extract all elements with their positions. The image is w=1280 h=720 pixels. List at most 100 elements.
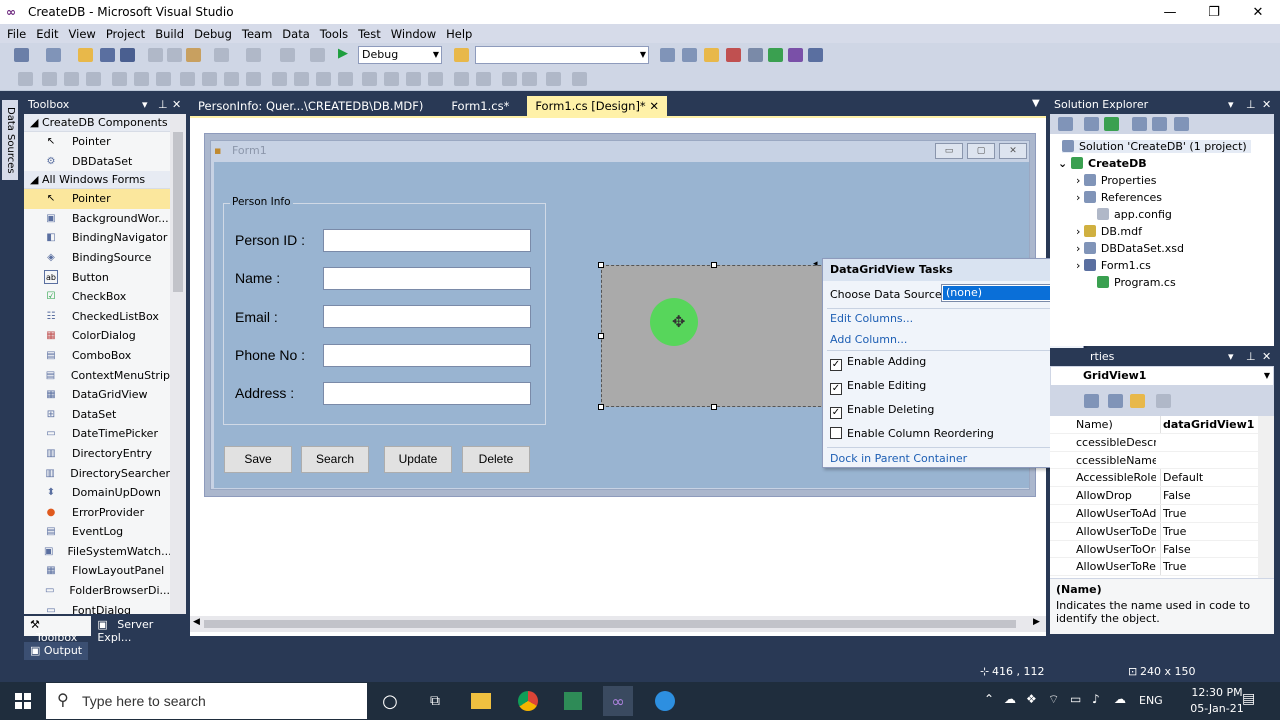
tab-person-info-query[interactable]: PersonInfo: Quer...\CREATEDB\DB.MDF) [190,96,431,116]
data-grid-view[interactable] [601,265,826,407]
align-to-grid-icon[interactable] [18,72,33,86]
close-icon[interactable]: ✕ [1262,348,1271,366]
align-tops-icon[interactable] [112,72,127,86]
tree-node-references[interactable]: › References [1076,191,1162,204]
new-project-icon[interactable] [14,48,29,62]
bring-to-front-icon[interactable] [502,72,517,86]
toolbox-item[interactable]: ▭ FolderBrowserDi... [24,581,170,601]
menu-data[interactable]: Data [277,27,314,41]
taskbar-search-box[interactable]: ⚲ Type here to search [46,683,367,719]
toolbox-item-pointer-forms[interactable]: ↖ Pointer [24,189,170,209]
toolbox-item[interactable]: ▭ FontDialog [24,601,170,614]
menu-test[interactable]: Test [353,27,386,41]
property-row[interactable]: AllowUserToDele True [1050,522,1258,541]
tree-node-solution[interactable]: Solution 'CreateDB' (1 project) [1062,140,1251,153]
properties-view-icon[interactable] [1108,394,1123,408]
toolbox-item[interactable]: ▣ BackgroundWor... [24,209,170,229]
open-folder-icon[interactable] [78,48,93,62]
toolbox-item[interactable]: ⊞ DataSet [24,405,170,425]
toolbox-item[interactable]: ◧ BindingNavigator [24,228,170,248]
checkbox[interactable]: ✓ [830,359,842,371]
undo-icon[interactable] [214,48,229,62]
tree-node-project[interactable]: ⌄ CreateDB [1058,157,1147,170]
output-tab[interactable]: ▣ Output [24,642,88,660]
toolbox-item[interactable]: ◈ BindingSource [24,248,170,268]
view-code-icon[interactable] [1132,117,1147,131]
property-pages-icon[interactable] [1156,394,1171,408]
copy-icon[interactable] [167,48,182,62]
center-vertically-icon[interactable] [476,72,491,86]
toolbox-item[interactable]: ▤ ContextMenuStrip [24,366,170,386]
paste-icon[interactable] [186,48,201,62]
enable-deleting-option[interactable]: ✓ Enable Deleting [830,403,934,419]
toolbox-item[interactable]: ▤ EventLog [24,522,170,542]
redo-icon[interactable] [246,48,261,62]
menu-debug[interactable]: Debug [189,27,237,41]
clock-date[interactable]: 05-Jan-21 [1187,702,1247,715]
platform-icon[interactable] [454,48,469,62]
toolbox-item[interactable]: ☑ CheckBox [24,287,170,307]
chevron-up-icon[interactable]: ⌃ [984,692,994,706]
find-icon[interactable] [660,48,675,62]
person-id-input[interactable] [323,229,531,252]
resize-handle[interactable] [598,404,604,410]
view-designer-icon[interactable] [1152,117,1167,131]
menu-window[interactable]: Window [386,27,441,41]
section-createdb-components[interactable]: ◢ CreateDB Components [24,114,170,132]
address-input[interactable] [323,382,531,405]
resize-handle[interactable] [711,404,717,410]
tree-node-app-config[interactable]: app.config [1097,208,1172,221]
decrease-vertical-spacing-icon[interactable] [406,72,421,86]
navigate-icon[interactable] [280,48,295,62]
toolbox-item[interactable]: ▦ ColorDialog [24,326,170,346]
onedrive-icon[interactable]: ☁ [1004,692,1016,706]
refresh-icon[interactable] [1104,117,1119,131]
property-row[interactable]: AllowDrop False [1050,487,1258,505]
toolbox-item[interactable]: ● ErrorProvider [24,503,170,523]
property-value[interactable]: dataGridView1 [1160,416,1258,433]
property-row[interactable]: ccessibleName [1050,452,1258,470]
remove-vertical-spacing-icon[interactable] [428,72,443,86]
close-icon[interactable]: ✕ [649,99,659,113]
toolbox-item[interactable]: ☷ CheckedListBox [24,307,170,327]
cloud-icon[interactable]: ☁ [1114,692,1126,706]
pin-icon[interactable]: ⊥ [1246,96,1256,114]
cut-icon[interactable] [148,48,163,62]
network-icon[interactable]: ⌔ [1048,692,1059,707]
checkbox[interactable]: ✓ [830,383,842,395]
chevron-down-icon[interactable]: ▼ [1264,367,1270,385]
align-middles-icon[interactable] [134,72,149,86]
toolbox-item[interactable]: ▣ FileSystemWatch... [24,542,170,562]
search-button[interactable]: Search [301,446,369,473]
panel-menu-icon[interactable]: ▾ [142,96,148,114]
extensions-icon[interactable] [788,48,803,62]
alphabetical-icon[interactable] [1084,394,1099,408]
center-horizontally-icon[interactable] [454,72,469,86]
save-button[interactable]: Save [224,446,292,473]
enable-editing-option[interactable]: ✓ Enable Editing [830,379,926,395]
close-button[interactable]: ✕ [1236,0,1280,24]
make-same-height-icon[interactable] [202,72,217,86]
email-input[interactable] [323,305,531,328]
menu-build[interactable]: Build [150,27,189,41]
resize-handle[interactable] [598,262,604,268]
delete-button[interactable]: Delete [462,446,530,473]
name-input[interactable] [323,267,531,290]
menu-edit[interactable]: Edit [31,27,63,41]
events-icon[interactable] [1130,394,1145,408]
property-value[interactable]: True [1160,522,1258,540]
task-view-icon[interactable]: ⧉ [420,686,450,716]
tab-form1-code[interactable]: Form1.cs* [443,96,517,116]
maximize-button[interactable]: ❐ [1192,0,1236,24]
panel-menu-icon[interactable]: ▾ [1228,96,1234,114]
size-to-grid-icon[interactable] [246,72,261,86]
toolbox-item-dbdataset[interactable]: ⚙ DBDataSet [24,152,170,172]
horizontal-spacing-icon[interactable] [272,72,287,86]
scrollbar-thumb[interactable] [204,620,1016,628]
battery-icon[interactable]: ▭ [1070,692,1081,706]
config-combo[interactable]: Debug ▼ [358,46,442,64]
property-value[interactable]: True [1160,505,1258,522]
close-icon[interactable]: ✕ [172,96,181,114]
property-row[interactable]: AllowUserToOrd False [1050,540,1258,559]
scroll-right-icon[interactable]: ▶ [1033,617,1040,627]
